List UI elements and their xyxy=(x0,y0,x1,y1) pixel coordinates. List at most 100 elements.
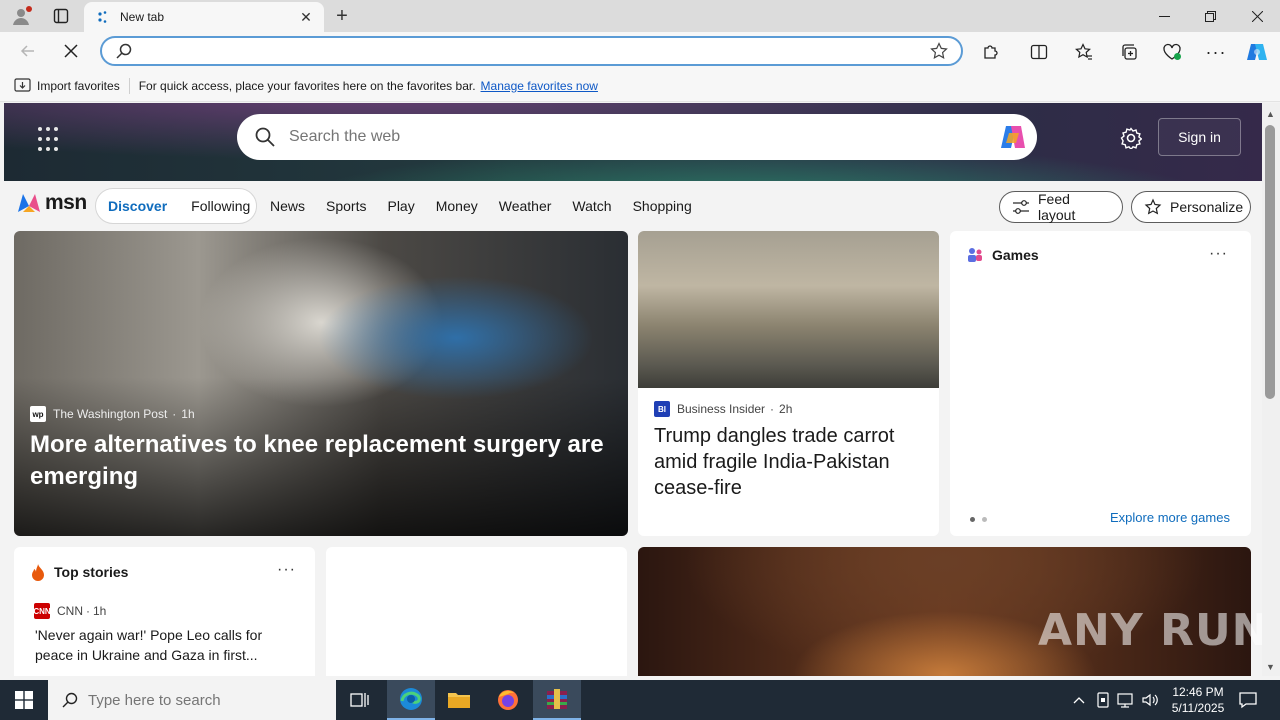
nav-shopping[interactable]: Shopping xyxy=(633,198,692,214)
taskbar-clock[interactable]: 12:46 PM 5/11/2025 xyxy=(1162,684,1234,716)
tab-following[interactable]: Following xyxy=(179,198,262,214)
msn-butterfly-icon xyxy=(18,194,40,212)
explore-games-link[interactable]: Explore more games xyxy=(1110,510,1230,525)
network-icon[interactable] xyxy=(1116,690,1136,710)
hero-source-name: The Washington Post xyxy=(53,407,168,421)
bi-age: 2h xyxy=(779,402,793,416)
favorite-star-icon[interactable] xyxy=(927,39,951,63)
page-scrollbar[interactable]: ▲ ▼ xyxy=(1262,103,1280,676)
restore-button[interactable] xyxy=(1187,0,1233,32)
winrar-icon xyxy=(547,689,567,709)
plus-icon: + xyxy=(336,4,348,27)
games-header: Games xyxy=(966,247,1039,263)
tab-discover[interactable]: Discover xyxy=(96,198,179,214)
minimize-button[interactable] xyxy=(1141,0,1187,32)
nav-money[interactable]: Money xyxy=(436,198,478,214)
taskbar-winrar[interactable] xyxy=(533,680,581,720)
stop-x-icon xyxy=(64,44,78,58)
bi-headline[interactable]: Trump dangles trade carrot amid fragile … xyxy=(654,423,924,501)
taskbar-firefox[interactable] xyxy=(484,680,532,720)
nav-weather[interactable]: Weather xyxy=(499,198,552,214)
close-window-button[interactable] xyxy=(1234,0,1280,32)
tab-close-icon[interactable]: ✕ xyxy=(296,7,316,27)
msn-page: Sign in msn Discover Following News Spor… xyxy=(0,103,1262,676)
hero-article-card[interactable]: wp The Washington Post · 1h More alterna… xyxy=(14,231,628,536)
article-photo xyxy=(638,231,939,388)
msn-search-box[interactable] xyxy=(237,114,1037,160)
sliders-icon xyxy=(1012,199,1030,215)
profile-alert-dot xyxy=(26,6,32,12)
hero-headline[interactable]: More alternatives to knee replacement su… xyxy=(30,429,615,493)
games-title: Games xyxy=(992,247,1039,263)
search-icon xyxy=(62,692,78,708)
new-tab-button[interactable]: + xyxy=(330,4,354,28)
msn-nav: News Sports Play Money Weather Watch Sho… xyxy=(270,198,713,214)
minimize-icon xyxy=(1158,15,1170,17)
volume-icon[interactable] xyxy=(1140,690,1160,710)
games-more-icon[interactable]: ··· xyxy=(1209,245,1228,263)
back-button[interactable] xyxy=(14,37,42,65)
games-icon xyxy=(968,248,982,262)
taskbar-search[interactable] xyxy=(48,680,336,720)
profile-button[interactable] xyxy=(6,4,36,28)
notification-icon xyxy=(1239,692,1257,709)
address-bar[interactable] xyxy=(100,36,963,66)
import-favorites-icon xyxy=(14,78,31,92)
msn-settings-button[interactable] xyxy=(1118,125,1144,151)
restore-icon xyxy=(1204,10,1216,22)
taskbar-edge[interactable] xyxy=(387,680,435,720)
business-insider-card[interactable]: BI Business Insider · 2h Trump dangles t… xyxy=(638,231,939,536)
copilot-button[interactable] xyxy=(1244,39,1270,65)
nav-news[interactable]: News xyxy=(270,198,305,214)
taskbar-search-input[interactable] xyxy=(88,691,336,709)
watermark-text: ANY RUN xyxy=(1038,605,1270,656)
start-button[interactable] xyxy=(0,680,48,720)
extensions-button[interactable] xyxy=(978,39,1004,65)
separator-dot: · xyxy=(172,407,177,421)
taskbar-file-explorer[interactable] xyxy=(435,680,483,720)
tray-chevron-icon[interactable] xyxy=(1069,690,1089,710)
tray-device-icon[interactable] xyxy=(1093,690,1113,710)
nav-sports[interactable]: Sports xyxy=(326,198,366,214)
split-screen-button[interactable] xyxy=(1026,39,1052,65)
feed-layout-button[interactable]: Feed layout xyxy=(999,191,1123,223)
top-story-headline[interactable]: 'Never again war!' Pope Leo calls for pe… xyxy=(35,625,295,665)
carousel-dots[interactable] xyxy=(970,517,994,522)
msn-logo[interactable]: msn xyxy=(16,191,87,215)
scroll-up-arrow-icon[interactable]: ▲ xyxy=(1266,109,1275,119)
stop-button[interactable] xyxy=(57,37,85,65)
windows-logo-icon xyxy=(15,691,33,709)
msn-search-input[interactable] xyxy=(289,128,997,146)
address-input[interactable] xyxy=(140,39,927,63)
firefox-icon xyxy=(498,690,518,710)
nav-play[interactable]: Play xyxy=(387,198,414,214)
favorites-divider xyxy=(128,77,130,94)
nav-watch[interactable]: Watch xyxy=(572,198,611,214)
sign-in-button[interactable]: Sign in xyxy=(1158,118,1241,156)
flame-icon xyxy=(32,564,44,581)
personalize-button[interactable]: Personalize xyxy=(1131,191,1251,223)
scroll-down-arrow-icon[interactable]: ▼ xyxy=(1266,662,1275,672)
top-stories-title: Top stories xyxy=(54,564,129,580)
import-favorites-button[interactable]: Import favorites xyxy=(14,78,120,93)
favorites-button[interactable] xyxy=(1071,39,1097,65)
app-launcher-icon[interactable] xyxy=(38,127,64,153)
notifications-button[interactable] xyxy=(1236,688,1260,712)
manage-favorites-link[interactable]: Manage favorites now xyxy=(481,79,598,93)
browser-essentials-button[interactable] xyxy=(1159,39,1185,65)
top-stories-more-icon[interactable]: ··· xyxy=(277,561,296,579)
tab-actions-button[interactable] xyxy=(46,4,76,28)
top-story-source-name: CNN xyxy=(57,604,83,618)
collections-button[interactable] xyxy=(1116,39,1142,65)
washington-post-logo: wp xyxy=(30,406,46,422)
separator-dot: · xyxy=(86,604,90,618)
copilot-icon[interactable] xyxy=(997,121,1029,153)
bi-source-name: Business Insider xyxy=(677,402,766,416)
tab-new-tab[interactable]: New tab ✕ xyxy=(84,2,324,32)
placeholder-card xyxy=(326,547,627,676)
settings-more-button[interactable]: ··· xyxy=(1203,39,1229,65)
loading-icon xyxy=(96,9,112,25)
split-screen-icon xyxy=(1030,44,1048,60)
task-view-button[interactable] xyxy=(336,680,384,720)
scroll-thumb[interactable] xyxy=(1265,125,1275,399)
